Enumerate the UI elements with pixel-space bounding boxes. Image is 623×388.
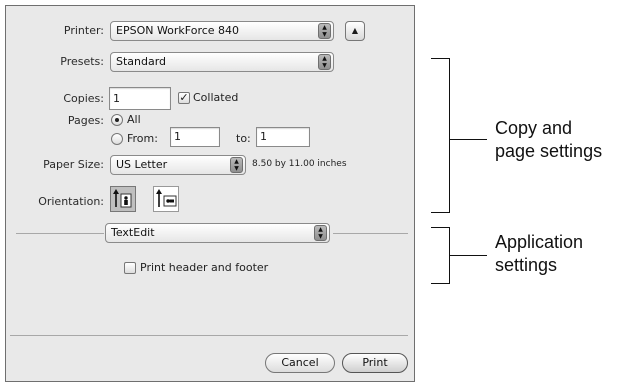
application-callout-line1: Application bbox=[495, 232, 584, 252]
copy-page-bracket-bottom bbox=[431, 212, 450, 213]
stepper-icon: ▲ ▼ bbox=[314, 225, 327, 241]
portrait-orientation-button[interactable] bbox=[110, 186, 136, 212]
presets-label: Presets: bbox=[60, 55, 104, 68]
stepper-icon: ▲ ▼ bbox=[230, 157, 243, 173]
copies-label: Copies: bbox=[63, 92, 104, 105]
print-header-footer-checkbox[interactable] bbox=[124, 262, 136, 274]
landscape-orientation-button[interactable] bbox=[153, 186, 179, 212]
printer-value: EPSON WorkForce 840 bbox=[116, 24, 240, 37]
pages-from-radio[interactable] bbox=[111, 133, 123, 145]
application-bracket-pointer bbox=[449, 255, 487, 256]
pages-from-field[interactable]: 1 bbox=[170, 127, 220, 147]
printer-popup[interactable]: EPSON WorkForce 840 ▲ ▼ bbox=[110, 21, 334, 41]
print-header-footer-label: Print header and footer bbox=[140, 261, 269, 274]
copy-page-bracket-pointer bbox=[449, 139, 487, 140]
application-bracket-top bbox=[431, 227, 450, 228]
copies-field[interactable]: 1 bbox=[109, 87, 171, 110]
pages-label: Pages: bbox=[67, 114, 104, 127]
section-divider-right bbox=[333, 233, 408, 234]
section-divider-left bbox=[16, 233, 104, 234]
copy-page-callout: Copy and page settings bbox=[495, 117, 602, 163]
pages-all-radio[interactable] bbox=[111, 114, 123, 126]
presets-popup[interactable]: Standard ▲ ▼ bbox=[110, 52, 334, 72]
copy-page-callout-line2: page settings bbox=[495, 141, 603, 161]
collated-checkbox[interactable]: ✓ bbox=[178, 92, 190, 104]
paper-size-value: US Letter bbox=[116, 158, 168, 171]
portrait-icon bbox=[113, 189, 132, 208]
cancel-button[interactable]: Cancel bbox=[265, 353, 335, 373]
expand-icon[interactable]: ▲ bbox=[345, 21, 365, 41]
stepper-icon: ▲ ▼ bbox=[318, 23, 331, 39]
stepper-icon: ▲ ▼ bbox=[318, 54, 331, 70]
pages-to-field[interactable]: 1 bbox=[256, 127, 310, 147]
presets-value: Standard bbox=[116, 55, 167, 68]
paper-size-popup[interactable]: US Letter ▲ ▼ bbox=[110, 155, 246, 175]
application-callout-line2: settings bbox=[495, 255, 558, 275]
application-bracket-bottom bbox=[431, 283, 450, 284]
landscape-icon bbox=[156, 189, 177, 207]
printer-label: Printer: bbox=[63, 24, 104, 37]
pages-to-label: to: bbox=[236, 132, 251, 145]
print-dialog: Printer: EPSON WorkForce 840 ▲ ▼ ▲ Preset… bbox=[5, 5, 415, 382]
copy-page-bracket-vertical bbox=[449, 58, 450, 213]
pages-from-label: From: bbox=[127, 132, 158, 145]
application-callout: Application settings bbox=[495, 231, 583, 277]
paper-dimensions: 8.50 by 11.00 inches bbox=[252, 159, 347, 169]
section-popup[interactable]: TextEdit ▲ ▼ bbox=[105, 223, 330, 243]
paper-size-label: Paper Size: bbox=[43, 158, 104, 171]
collated-label: Collated bbox=[193, 91, 239, 104]
orientation-label: Orientation: bbox=[38, 195, 104, 208]
pages-all-label: All bbox=[127, 113, 141, 126]
section-popup-value: TextEdit bbox=[111, 226, 155, 239]
bottom-divider bbox=[10, 335, 408, 336]
copy-page-bracket-top bbox=[431, 58, 450, 59]
copy-page-callout-line1: Copy and bbox=[495, 118, 573, 138]
print-button[interactable]: Print bbox=[342, 353, 408, 373]
